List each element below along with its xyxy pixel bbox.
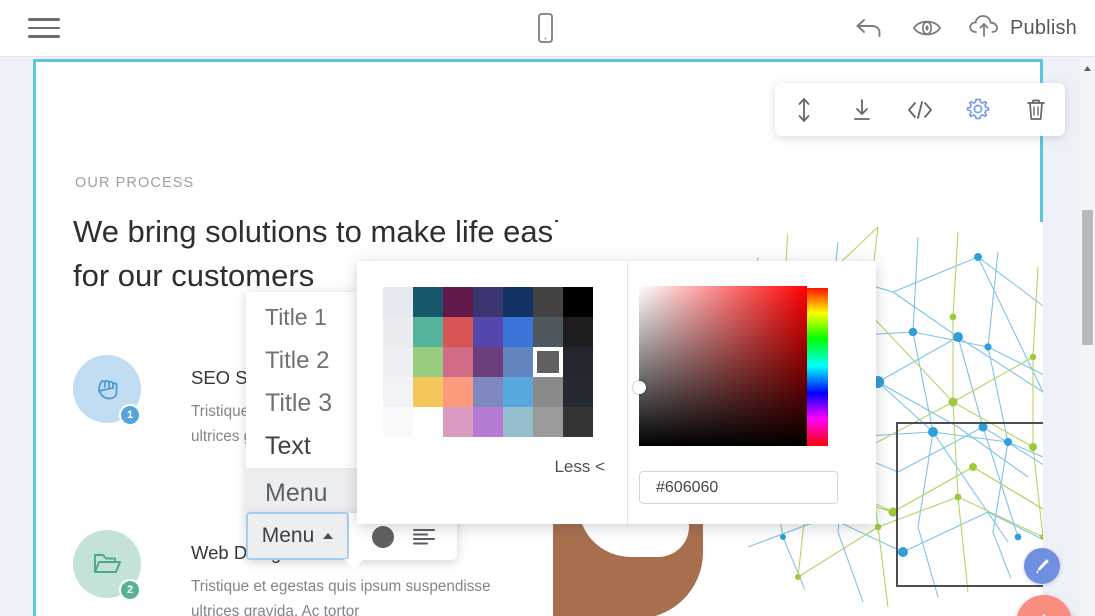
color-swatch[interactable]	[413, 317, 443, 347]
color-swatch[interactable]	[383, 347, 413, 377]
color-swatches-panel: Less <	[357, 261, 627, 524]
color-swatch[interactable]	[413, 407, 443, 437]
hue-slider-handle[interactable]	[807, 283, 828, 288]
hand-grab-icon	[90, 372, 124, 406]
color-swatch[interactable]	[383, 287, 413, 317]
color-swatch[interactable]	[383, 407, 413, 437]
feature-badge: 1	[119, 404, 141, 426]
color-swatch[interactable]	[533, 287, 563, 317]
cloud-upload-icon	[967, 12, 1001, 45]
color-swatch[interactable]	[563, 347, 593, 377]
color-swatch[interactable]	[473, 317, 503, 347]
top-toolbar: Publish	[0, 0, 1095, 57]
style-option-title-3[interactable]: Title 3	[246, 382, 359, 425]
color-swatch[interactable]	[473, 347, 503, 377]
color-swatch[interactable]	[533, 377, 563, 407]
color-swatch[interactable]	[473, 287, 503, 317]
color-swatch[interactable]	[503, 317, 533, 347]
download-icon[interactable]	[841, 89, 883, 131]
style-edit-fab[interactable]	[1024, 548, 1060, 584]
paintbrush-icon	[1032, 556, 1052, 576]
text-style-select[interactable]: Menu	[246, 512, 349, 560]
scrollbar-thumb[interactable]	[1082, 210, 1093, 345]
text-style-dropdown: Title 1 Title 2 Title 3 Text Menu	[246, 292, 359, 516]
saturation-value-handle[interactable]	[633, 381, 646, 394]
style-option-title-2[interactable]: Title 2	[246, 339, 359, 382]
scroll-up-arrow-icon[interactable]	[1083, 60, 1092, 69]
folder-icon	[89, 548, 125, 580]
color-swatch[interactable]	[443, 407, 473, 437]
code-brackets-icon[interactable]	[899, 89, 941, 131]
custom-color-panel: #606060	[627, 261, 876, 524]
style-option-menu[interactable]: Menu	[246, 468, 359, 518]
section-eyebrow: OUR PROCESS	[75, 175, 194, 191]
style-option-text[interactable]: Text	[246, 425, 359, 468]
color-swatch[interactable]	[443, 347, 473, 377]
color-swatch[interactable]	[533, 317, 563, 347]
color-swatch[interactable]	[563, 377, 593, 407]
hamburger-menu-icon[interactable]	[28, 14, 60, 42]
less-toggle-link[interactable]: Less <	[554, 457, 605, 477]
color-swatch[interactable]	[413, 287, 443, 317]
gear-icon[interactable]	[957, 89, 999, 131]
color-swatch[interactable]	[443, 287, 473, 317]
eye-preview-icon[interactable]	[909, 10, 945, 46]
hue-slider[interactable]	[807, 286, 828, 446]
website-builder-app: Publish OUR PROCESS We bring solutions t…	[0, 0, 1095, 616]
color-swatch[interactable]	[443, 317, 473, 347]
publish-button[interactable]: Publish	[967, 12, 1077, 45]
color-swatch[interactable]	[413, 347, 443, 377]
color-swatch-selected[interactable]	[533, 347, 563, 377]
color-swatch[interactable]	[503, 287, 533, 317]
color-swatch[interactable]	[533, 407, 563, 437]
color-swatch[interactable]	[413, 377, 443, 407]
style-option-title-1[interactable]: Title 1	[246, 296, 359, 339]
feature-badge: 2	[119, 579, 141, 601]
color-swatch[interactable]	[443, 377, 473, 407]
caret-up-icon	[323, 533, 333, 539]
text-color-swatch-button[interactable]	[372, 526, 394, 548]
color-swatch[interactable]	[383, 377, 413, 407]
mobile-device-icon[interactable]	[531, 11, 559, 45]
color-swatch[interactable]	[563, 407, 593, 437]
color-swatch[interactable]	[563, 287, 593, 317]
align-left-icon[interactable]	[412, 526, 436, 548]
top-actions: Publish	[851, 8, 1077, 48]
text-style-select-label: Menu	[262, 524, 315, 548]
color-swatch[interactable]	[473, 377, 503, 407]
hex-color-input[interactable]: #606060	[639, 471, 838, 504]
color-swatch[interactable]	[503, 377, 533, 407]
color-swatch[interactable]	[503, 347, 533, 377]
saturation-value-area[interactable]	[639, 286, 807, 446]
color-swatch[interactable]	[383, 317, 413, 347]
color-swatch[interactable]	[563, 317, 593, 347]
color-swatch[interactable]	[473, 407, 503, 437]
move-vertical-icon[interactable]	[783, 89, 825, 131]
color-swatch-grid	[383, 287, 593, 437]
undo-arrow-icon[interactable]	[851, 10, 887, 46]
color-swatch[interactable]	[503, 407, 533, 437]
trash-icon[interactable]	[1015, 89, 1057, 131]
feature-body[interactable]: Tristique et egestas quis ipsum suspendi…	[191, 574, 491, 616]
vertical-scrollbar[interactable]	[1080, 57, 1095, 616]
publish-label: Publish	[1010, 17, 1077, 40]
transparent-card-outline	[896, 422, 1043, 587]
color-picker-popup: Less < #606060	[357, 261, 876, 524]
block-toolbar	[775, 83, 1065, 136]
